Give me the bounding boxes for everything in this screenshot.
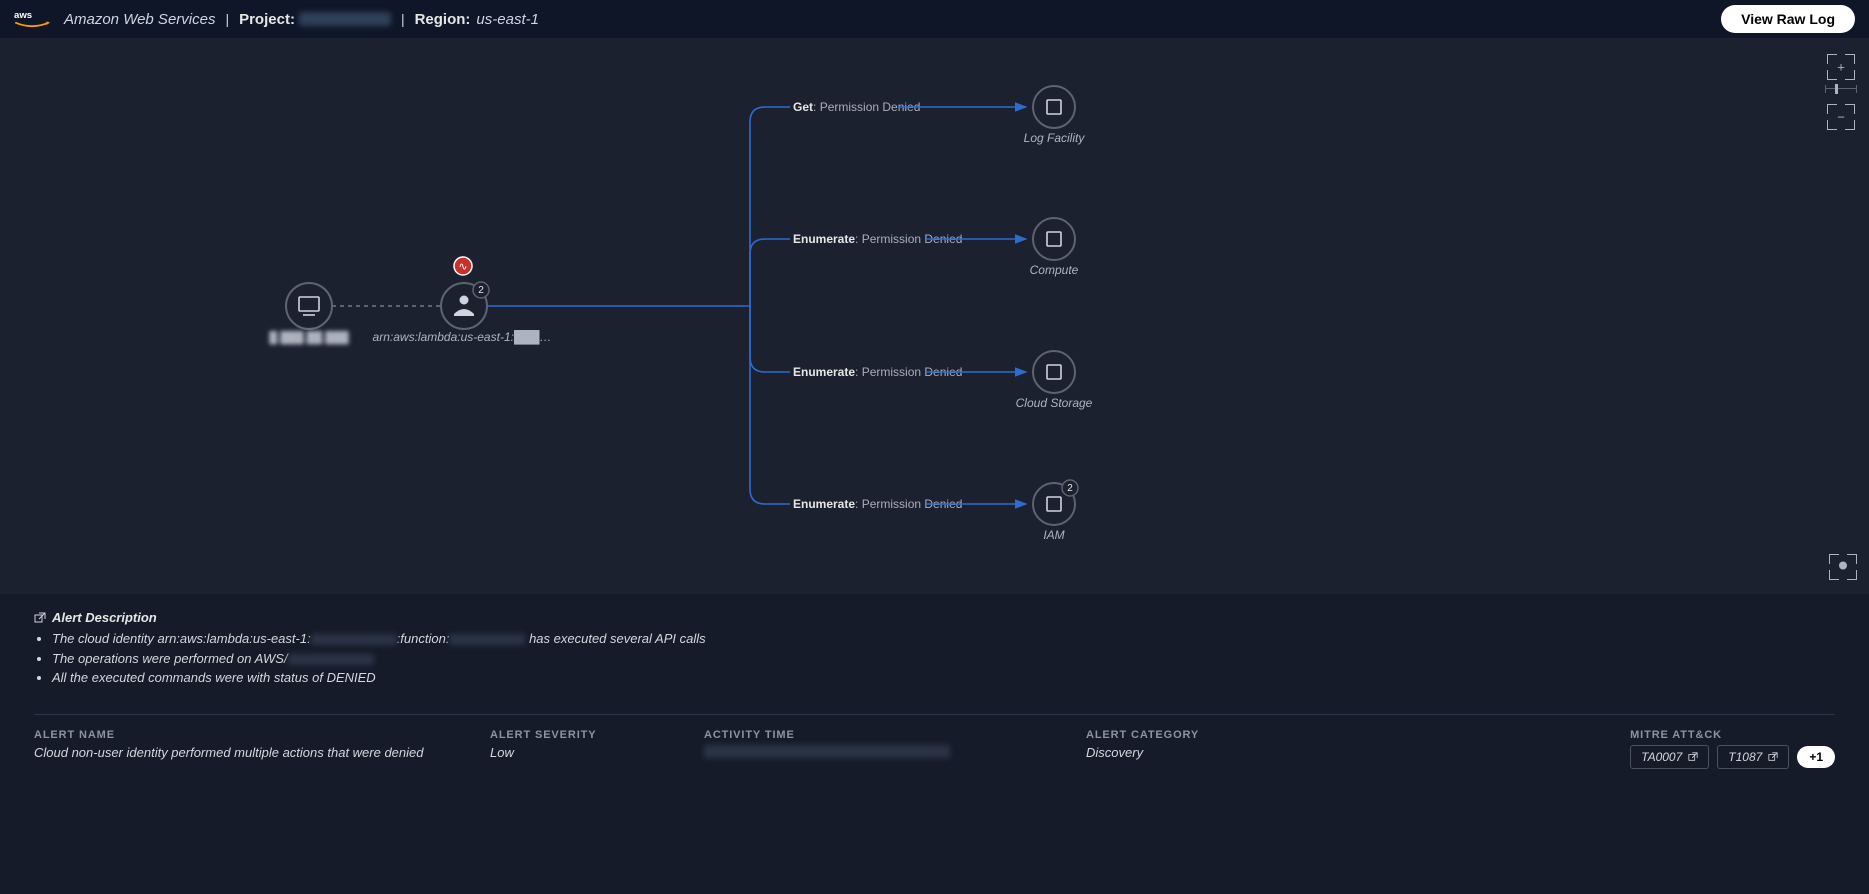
activity-time-value bbox=[704, 745, 1086, 761]
alert-name-label: ALERT NAME bbox=[34, 729, 490, 741]
region-value: us-east-1 bbox=[476, 11, 539, 28]
graph-svg: █.███.██.███ 2 ∿ arn:aws:lambda:us-east-… bbox=[0, 38, 1869, 594]
source-host-node[interactable]: █.███.██.███ bbox=[269, 283, 349, 345]
edge-branch-4 bbox=[750, 306, 790, 504]
view-raw-log-button[interactable]: View Raw Log bbox=[1721, 5, 1855, 33]
project-value bbox=[299, 12, 391, 26]
zoom-in-button[interactable]: + bbox=[1827, 54, 1855, 80]
provider-name: Amazon Web Services bbox=[64, 11, 215, 28]
external-link-icon bbox=[1768, 752, 1778, 762]
alert-severity-value: Low bbox=[490, 745, 704, 760]
header-bar: aws Amazon Web Services | Project: | Reg… bbox=[0, 0, 1869, 38]
svg-text:∿: ∿ bbox=[458, 261, 467, 273]
zoom-controls: + − bbox=[1825, 54, 1857, 130]
svg-text:2: 2 bbox=[1067, 483, 1073, 494]
target-node-iam[interactable]: 2 IAM bbox=[1033, 480, 1078, 542]
target-node-log-facility[interactable]: Log Facility bbox=[1024, 86, 1086, 145]
svg-text:IAM: IAM bbox=[1043, 528, 1064, 542]
alert-category-label: ALERT CATEGORY bbox=[1086, 729, 1306, 741]
alert-description-bullet: All the executed commands were with stat… bbox=[52, 668, 1835, 688]
svg-text:aws: aws bbox=[14, 10, 32, 21]
external-link-icon bbox=[34, 612, 46, 624]
alert-description-bullet: The operations were performed on AWS/ bbox=[52, 649, 1835, 669]
alert-summary-footer: ALERT NAME Cloud non-user identity perfo… bbox=[0, 715, 1869, 769]
minus-icon: − bbox=[1837, 110, 1845, 125]
identity-label: arn:aws:lambda:us-east-1:███… bbox=[373, 330, 552, 345]
alert-description-panel: Alert Description The cloud identity arn… bbox=[0, 594, 1869, 698]
region-label: Region: bbox=[415, 11, 471, 28]
plus-icon: + bbox=[1837, 60, 1845, 75]
identity-badge: 2 bbox=[478, 285, 484, 296]
project-label: Project: bbox=[239, 11, 295, 28]
alert-name-value: Cloud non-user identity performed multip… bbox=[34, 745, 490, 760]
svg-text:Cloud Storage: Cloud Storage bbox=[1016, 396, 1093, 410]
target-node-cloud-storage[interactable]: Cloud Storage bbox=[1016, 351, 1093, 410]
identity-node[interactable]: 2 ∿ arn:aws:lambda:us-east-1:███… bbox=[373, 257, 552, 345]
edge-branch-2 bbox=[750, 239, 790, 306]
mitre-tag[interactable]: TA0007 bbox=[1630, 745, 1709, 769]
target-node-compute[interactable]: Compute bbox=[1030, 218, 1079, 277]
zoom-out-button[interactable]: − bbox=[1827, 104, 1855, 130]
recenter-button[interactable] bbox=[1829, 554, 1857, 580]
mitre-more-button[interactable]: +1 bbox=[1797, 746, 1835, 768]
svg-text:Compute: Compute bbox=[1030, 263, 1079, 277]
alert-severity-label: ALERT SEVERITY bbox=[490, 729, 704, 741]
mitre-tag[interactable]: T1087 bbox=[1717, 745, 1789, 769]
edge-branch-3 bbox=[750, 306, 790, 372]
attack-graph-canvas[interactable]: █.███.██.███ 2 ∿ arn:aws:lambda:us-east-… bbox=[0, 38, 1869, 594]
alert-description-title: Alert Description bbox=[52, 610, 157, 625]
aws-logo-icon: aws bbox=[14, 8, 50, 30]
separator: | bbox=[225, 11, 229, 27]
svg-text:Log Facility: Log Facility bbox=[1024, 131, 1086, 145]
alert-category-value: Discovery bbox=[1086, 745, 1306, 760]
target-icon bbox=[1837, 560, 1849, 575]
external-link-icon bbox=[1688, 752, 1698, 762]
activity-time-label: ACTIVITY TIME bbox=[704, 729, 1086, 741]
source-host-label: █.███.██.███ bbox=[269, 330, 349, 345]
edge-branch-1 bbox=[750, 107, 790, 306]
alert-description-bullet: The cloud identity arn:aws:lambda:us-eas… bbox=[52, 629, 1835, 649]
zoom-slider[interactable] bbox=[1825, 88, 1857, 96]
mitre-label: MITRE ATT&CK bbox=[1630, 729, 1835, 741]
separator: | bbox=[401, 11, 405, 27]
